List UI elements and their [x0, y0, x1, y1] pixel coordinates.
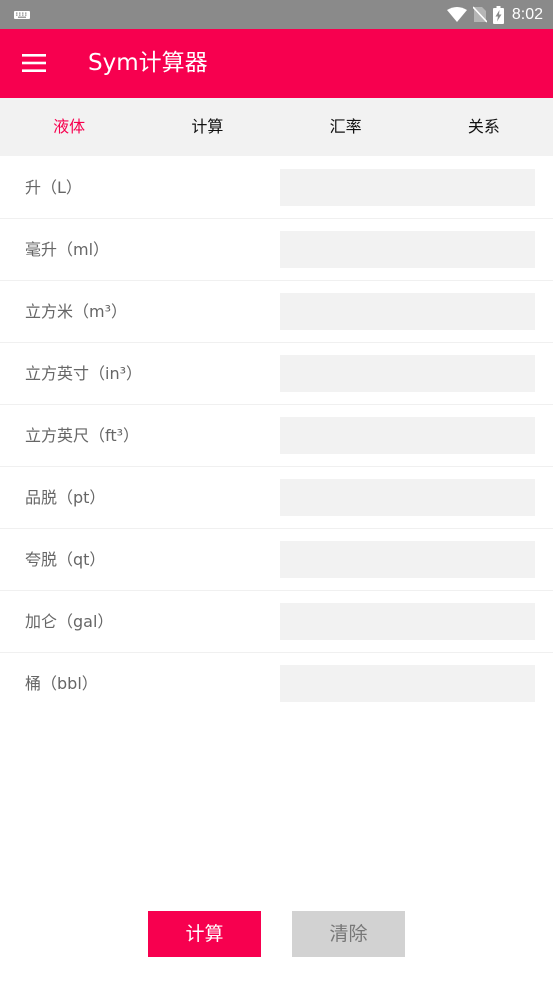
- unit-label: 桶（bbl）: [25, 674, 98, 693]
- barrel-input[interactable]: [280, 665, 535, 702]
- tab-calculate[interactable]: 计算: [138, 98, 276, 156]
- unit-label: 毫升（ml）: [25, 240, 110, 259]
- unit-label: 立方英寸（in³）: [25, 364, 143, 383]
- unit-row-milliliter: 毫升（ml）: [0, 219, 553, 281]
- clock: 8:02: [511, 5, 543, 23]
- wifi-icon: [446, 6, 467, 22]
- hamburger-menu-icon[interactable]: [22, 53, 46, 73]
- status-icons: 8:02: [441, 0, 543, 29]
- unit-row-pint: 品脱（pt）: [0, 467, 553, 529]
- quart-input[interactable]: [280, 541, 535, 578]
- clear-button[interactable]: 清除: [292, 911, 405, 957]
- unit-row-quart: 夸脱（qt）: [0, 529, 553, 591]
- unit-row-gallon: 加仑（gal）: [0, 591, 553, 653]
- status-bar: 8:02: [0, 0, 553, 29]
- unit-row-cubic-meter: 立方米（m³）: [0, 281, 553, 343]
- unit-list: 升（L） 毫升（ml） 立方米（m³） 立方英寸（in³） 立方英尺（ft³） …: [0, 157, 553, 715]
- unit-label: 品脱（pt）: [25, 488, 106, 507]
- calculate-button[interactable]: 计算: [148, 911, 261, 957]
- app-bar: Sym计算器: [0, 29, 553, 98]
- unit-label: 升（L）: [25, 178, 82, 197]
- tab-relation[interactable]: 关系: [415, 98, 553, 156]
- unit-row-cubic-inch: 立方英寸（in³）: [0, 343, 553, 405]
- unit-label: 夸脱（qt）: [25, 550, 106, 569]
- cubic-foot-input[interactable]: [280, 417, 535, 454]
- unit-label: 立方英尺（ft³）: [25, 426, 140, 445]
- unit-label: 立方米（m³）: [25, 302, 128, 321]
- gallon-input[interactable]: [280, 603, 535, 640]
- liter-input[interactable]: [280, 169, 535, 206]
- tab-exchange-rate[interactable]: 汇率: [277, 98, 415, 156]
- pint-input[interactable]: [280, 479, 535, 516]
- unit-row-cubic-foot: 立方英尺（ft³）: [0, 405, 553, 467]
- app-title: Sym计算器: [88, 50, 208, 76]
- unit-label: 加仑（gal）: [25, 612, 114, 631]
- unit-row-barrel: 桶（bbl）: [0, 653, 553, 715]
- no-sim-icon: [472, 6, 487, 23]
- cubic-meter-input[interactable]: [280, 293, 535, 330]
- tab-liquid[interactable]: 液体: [0, 98, 138, 156]
- keyboard-icon: [14, 11, 30, 19]
- milliliter-input[interactable]: [280, 231, 535, 268]
- battery-charging-icon: [492, 5, 504, 24]
- cubic-inch-input[interactable]: [280, 355, 535, 392]
- unit-row-liter: 升（L）: [0, 157, 553, 219]
- tab-bar: 液体 计算 汇率 关系: [0, 98, 553, 156]
